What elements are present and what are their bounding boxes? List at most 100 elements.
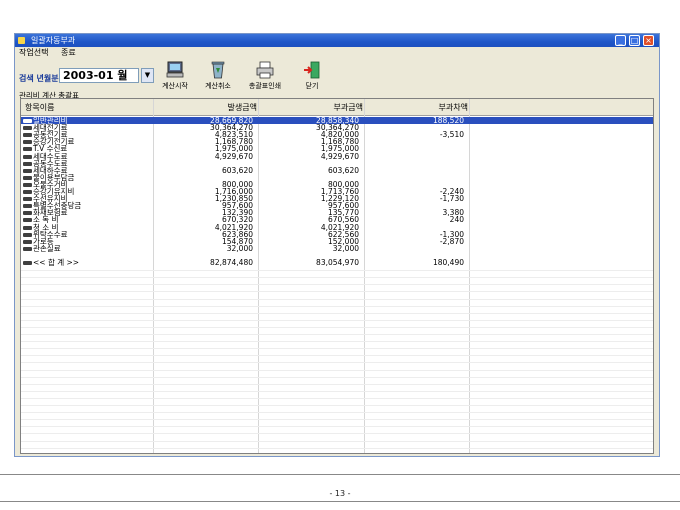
month-label: 검색 년월분 — [19, 74, 59, 83]
grid-line — [21, 419, 653, 421]
cell-charged-amount: 603,620 — [327, 165, 359, 175]
grid-line — [21, 376, 653, 378]
grid-line — [21, 284, 653, 286]
month-dropdown-button[interactable]: ▼ — [141, 68, 154, 83]
row-marker-icon — [23, 147, 32, 152]
print-summary-button[interactable]: 총괄표인쇄 — [245, 61, 285, 95]
cell-diff-amount: 240 — [449, 215, 464, 225]
calc-start-button[interactable]: 계산시작 — [155, 61, 195, 95]
cell-diff-amount: -1,730 — [439, 194, 464, 204]
grid-line — [21, 412, 653, 414]
page-rule — [0, 474, 680, 475]
row-marker-icon — [23, 168, 32, 173]
cell-occurred-amount: 603,620 — [221, 165, 253, 175]
row-marker-icon — [23, 140, 32, 145]
cell-item-name: 관손실료 — [23, 245, 61, 252]
grid-line — [21, 433, 653, 435]
table-row[interactable]: 세대하수료 603,620 603,620 — [21, 165, 653, 175]
close-button[interactable]: × — [643, 35, 654, 46]
summary-table: 항목이름 발생금액 부과금액 부과차액 일반관리비 28,669,820 28,85… — [20, 98, 654, 454]
row-marker-icon — [23, 225, 32, 230]
row-marker-icon — [23, 161, 32, 166]
grid-line — [21, 383, 653, 385]
table-row[interactable]: 관손실료 32,000 32,000 — [21, 245, 653, 252]
cell-occurred-amount: 4,929,670 — [214, 151, 253, 161]
column-header-item[interactable]: 항목이름 — [25, 102, 54, 113]
grid-line — [21, 405, 653, 406]
grid-line — [21, 369, 653, 371]
month-input[interactable]: 2003-01 월 — [59, 68, 139, 83]
cell-charged-amount: 83,054,970 — [316, 258, 359, 267]
row-marker-icon — [23, 190, 32, 194]
page-rule — [0, 501, 680, 502]
cell-diff-amount: 180,490 — [432, 258, 464, 267]
exit-door-icon — [304, 61, 320, 79]
row-marker-icon — [23, 197, 32, 202]
grid-line — [21, 270, 653, 272]
menu-item-exit[interactable]: 종료 — [61, 48, 76, 57]
cell-charged-amount: 4,929,670 — [320, 151, 359, 161]
row-marker-icon — [23, 218, 32, 223]
cell-charged-amount: 32,000 — [332, 243, 359, 253]
window-title: 일괄자동부과 — [31, 36, 76, 45]
cell-item-name: << 합 계 >> — [23, 259, 79, 266]
grid-line — [21, 348, 653, 350]
row-marker-icon — [23, 261, 32, 265]
grid-line — [21, 277, 653, 279]
cell-diff-amount: -2,870 — [439, 236, 464, 246]
grid-line — [21, 390, 653, 392]
cell-diff-amount: -3,510 — [439, 130, 464, 140]
column-header-diff[interactable]: 부과차액 — [439, 102, 468, 113]
main-window: 일괄자동부과 _ □ × 작업선택 종료 검색 년월분 2003-01 월 ▼ … — [14, 33, 660, 457]
menu-item-select-task[interactable]: 작업선택 — [19, 48, 48, 57]
grid-line — [21, 326, 653, 328]
close-form-button[interactable]: 닫기 — [292, 61, 332, 95]
grid-line — [21, 440, 653, 442]
menu-bar: 작업선택 종료 — [19, 48, 86, 58]
table-row[interactable]: 세대수도료 4,929,670 4,929,670 — [21, 151, 653, 161]
grid-line — [21, 341, 653, 343]
grid-line — [21, 362, 653, 364]
print-summary-label: 총괄표인쇄 — [248, 82, 282, 90]
grid-line — [21, 312, 653, 314]
calc-cancel-label: 계산취소 — [205, 82, 231, 90]
grid-line — [21, 291, 653, 293]
app-icon — [18, 37, 25, 44]
grid-line — [21, 334, 653, 335]
cell-diff-amount: 188,520 — [432, 116, 464, 125]
row-marker-icon — [23, 239, 32, 244]
minimize-button[interactable]: _ — [615, 35, 626, 46]
grid-line — [21, 319, 653, 321]
row-marker-icon — [23, 232, 32, 237]
grid-line — [21, 447, 653, 449]
row-marker-icon — [23, 246, 32, 251]
cell-occurred-amount: 82,874,480 — [210, 258, 253, 267]
table-row[interactable]: << 합 계 >> 82,874,480 83,054,970 180,490 — [21, 259, 653, 266]
row-marker-icon — [23, 204, 32, 209]
grid-line — [21, 426, 653, 428]
row-marker-icon — [23, 119, 32, 123]
cell-text: << 합 계 >> — [33, 258, 80, 267]
row-marker-icon — [23, 211, 32, 216]
row-marker-icon — [23, 175, 32, 180]
maximize-button[interactable]: □ — [629, 35, 640, 46]
cell-occurred-amount: 32,000 — [226, 243, 253, 253]
grid-line — [21, 305, 653, 307]
page-number: - 13 - — [329, 489, 351, 498]
computer-icon — [166, 61, 184, 78]
title-bar: 일괄자동부과 _ □ × — [15, 34, 659, 47]
printer-icon — [256, 61, 274, 79]
row-marker-icon — [23, 133, 32, 138]
grid-line — [21, 298, 653, 300]
calc-cancel-button[interactable]: 계산취소 — [198, 61, 238, 95]
column-header-charged[interactable]: 부과금액 — [334, 102, 363, 113]
close-form-label: 닫기 — [305, 82, 319, 90]
grid-line — [21, 397, 653, 399]
row-marker-icon — [23, 126, 32, 131]
column-header-occurred[interactable]: 발생금액 — [228, 102, 257, 113]
calc-start-label: 계산시작 — [162, 82, 188, 90]
recycle-bin-icon — [211, 61, 225, 79]
table-header: 항목이름 발생금액 부과금액 부과차액 — [21, 99, 653, 116]
grid-line — [21, 355, 653, 357]
row-marker-icon — [23, 182, 32, 187]
